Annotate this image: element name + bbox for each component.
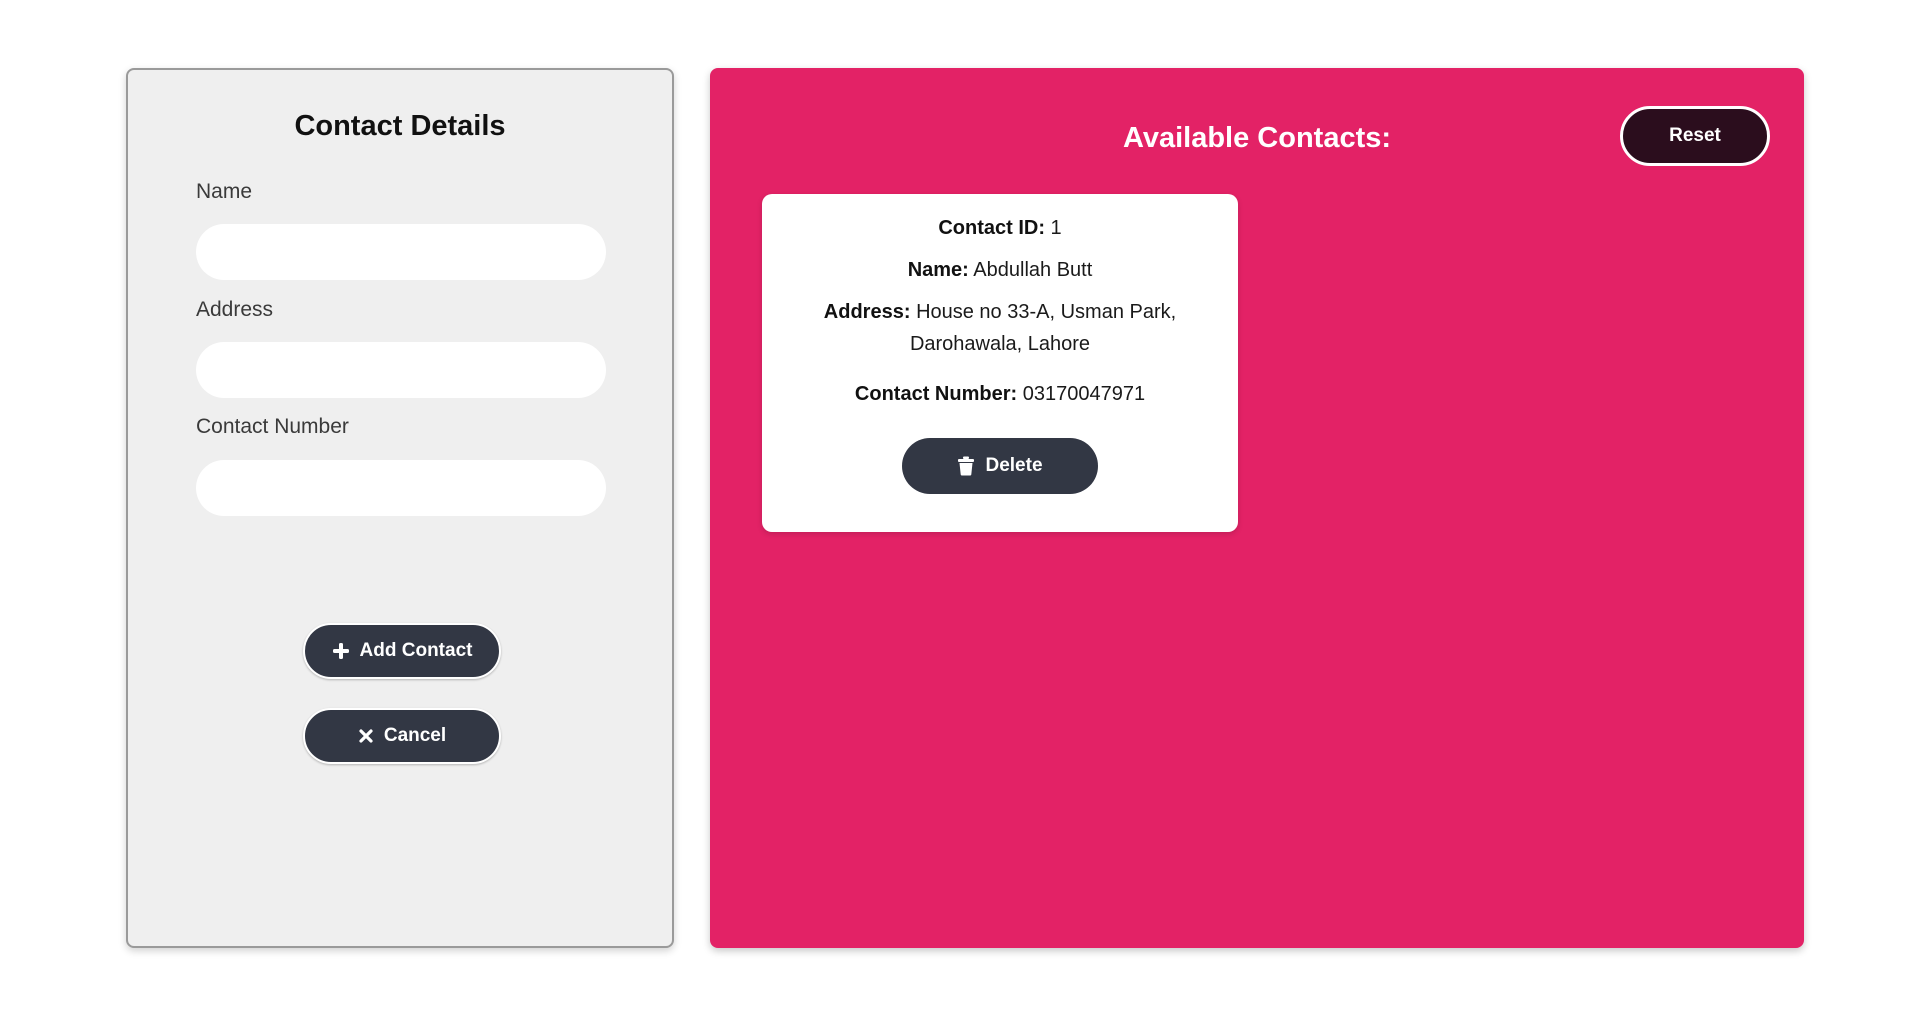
contact-name-key: Name: (907, 259, 969, 281)
cancel-button[interactable]: Cancel (303, 708, 501, 764)
contact-address-value: House no 33-A, Usman Park, Darohawala, L… (909, 301, 1177, 355)
delete-contact-button[interactable]: Delete (902, 438, 1098, 494)
cancel-label: Cancel (383, 725, 447, 746)
contact-card: Contact ID: 1 Name: Abdullah Butt Addres… (762, 194, 1238, 532)
name-label: Name (196, 180, 253, 203)
add-contact-label: Add Contact (359, 640, 473, 661)
app-root: Contact Details Name Address Contact Num… (0, 0, 1920, 1012)
contacts-panel: Available Contacts: Reset Contact ID: 1 … (710, 68, 1804, 948)
address-label: Address (196, 298, 274, 321)
contact-name-line: Name: Abdullah Butt (792, 254, 1208, 286)
contact-name-value: Abdullah Butt (973, 259, 1093, 281)
contact-id-key: Contact ID: (938, 217, 1045, 239)
plus-icon (332, 642, 350, 660)
trash-icon (957, 456, 975, 476)
contact-address-line: Address: House no 33-A, Usman Park, Daro… (792, 296, 1208, 360)
add-contact-button[interactable]: Add Contact (303, 623, 501, 679)
contact-id-value: 1 (1050, 217, 1062, 239)
contact-address-key: Address: (823, 301, 911, 323)
contact-number-line: Contact Number: 03170047971 (792, 378, 1208, 410)
reset-button[interactable]: Reset (1620, 106, 1770, 166)
contact-number-label: Contact Number (196, 415, 349, 438)
address-input[interactable] (196, 342, 606, 398)
name-input[interactable] (196, 224, 606, 280)
contact-form-panel: Contact Details Name Address Contact Num… (126, 68, 674, 948)
contact-id-line: Contact ID: 1 (792, 212, 1208, 244)
contact-number-value: 03170047971 (1022, 383, 1146, 405)
delete-label: Delete (985, 455, 1043, 476)
contact-number-input[interactable] (196, 460, 606, 516)
contact-number-key: Contact Number: (854, 383, 1018, 405)
form-title: Contact Details (294, 110, 506, 142)
x-icon (358, 728, 374, 744)
